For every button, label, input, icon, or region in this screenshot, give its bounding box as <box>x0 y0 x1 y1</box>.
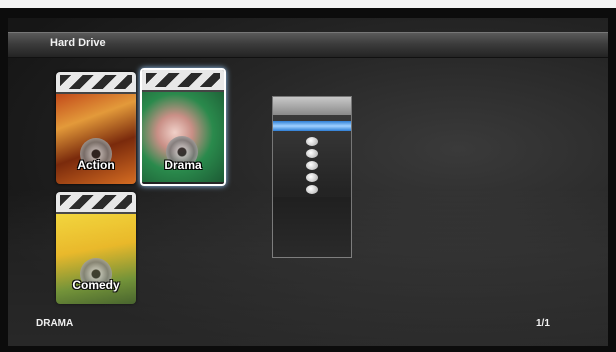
scroll-highlight <box>273 121 351 131</box>
scroll-dot <box>306 137 318 146</box>
clapperboard-icon <box>142 70 224 92</box>
scroll-panel-top <box>273 97 351 115</box>
title-bar: Hard Drive <box>8 32 608 58</box>
folder-label: Comedy <box>72 278 120 292</box>
scroll-dot <box>306 161 318 170</box>
folder-action[interactable]: Action <box>56 72 136 184</box>
folder-label: Action <box>77 158 115 172</box>
page-title: Hard Drive <box>50 37 106 49</box>
selected-item-name: DRAMA <box>36 318 74 329</box>
page-indicator: 1/1 <box>536 318 550 329</box>
media-browser-screen: Hard Drive Action Drama Comedy DRAMA 1/1 <box>8 18 608 346</box>
folder-label: Drama <box>164 158 202 172</box>
clapperboard-icon <box>56 72 136 94</box>
scroll-dot <box>306 185 318 194</box>
tv-bezel: Hard Drive Action Drama Comedy DRAMA 1/1 <box>0 8 616 352</box>
scroll-dot <box>306 149 318 158</box>
scroll-indicator-icon[interactable] <box>272 96 352 258</box>
clapperboard-icon <box>56 192 136 214</box>
folder-comedy[interactable]: Comedy <box>56 192 136 304</box>
folder-drama[interactable]: Drama <box>140 68 226 186</box>
scroll-dot <box>306 173 318 182</box>
